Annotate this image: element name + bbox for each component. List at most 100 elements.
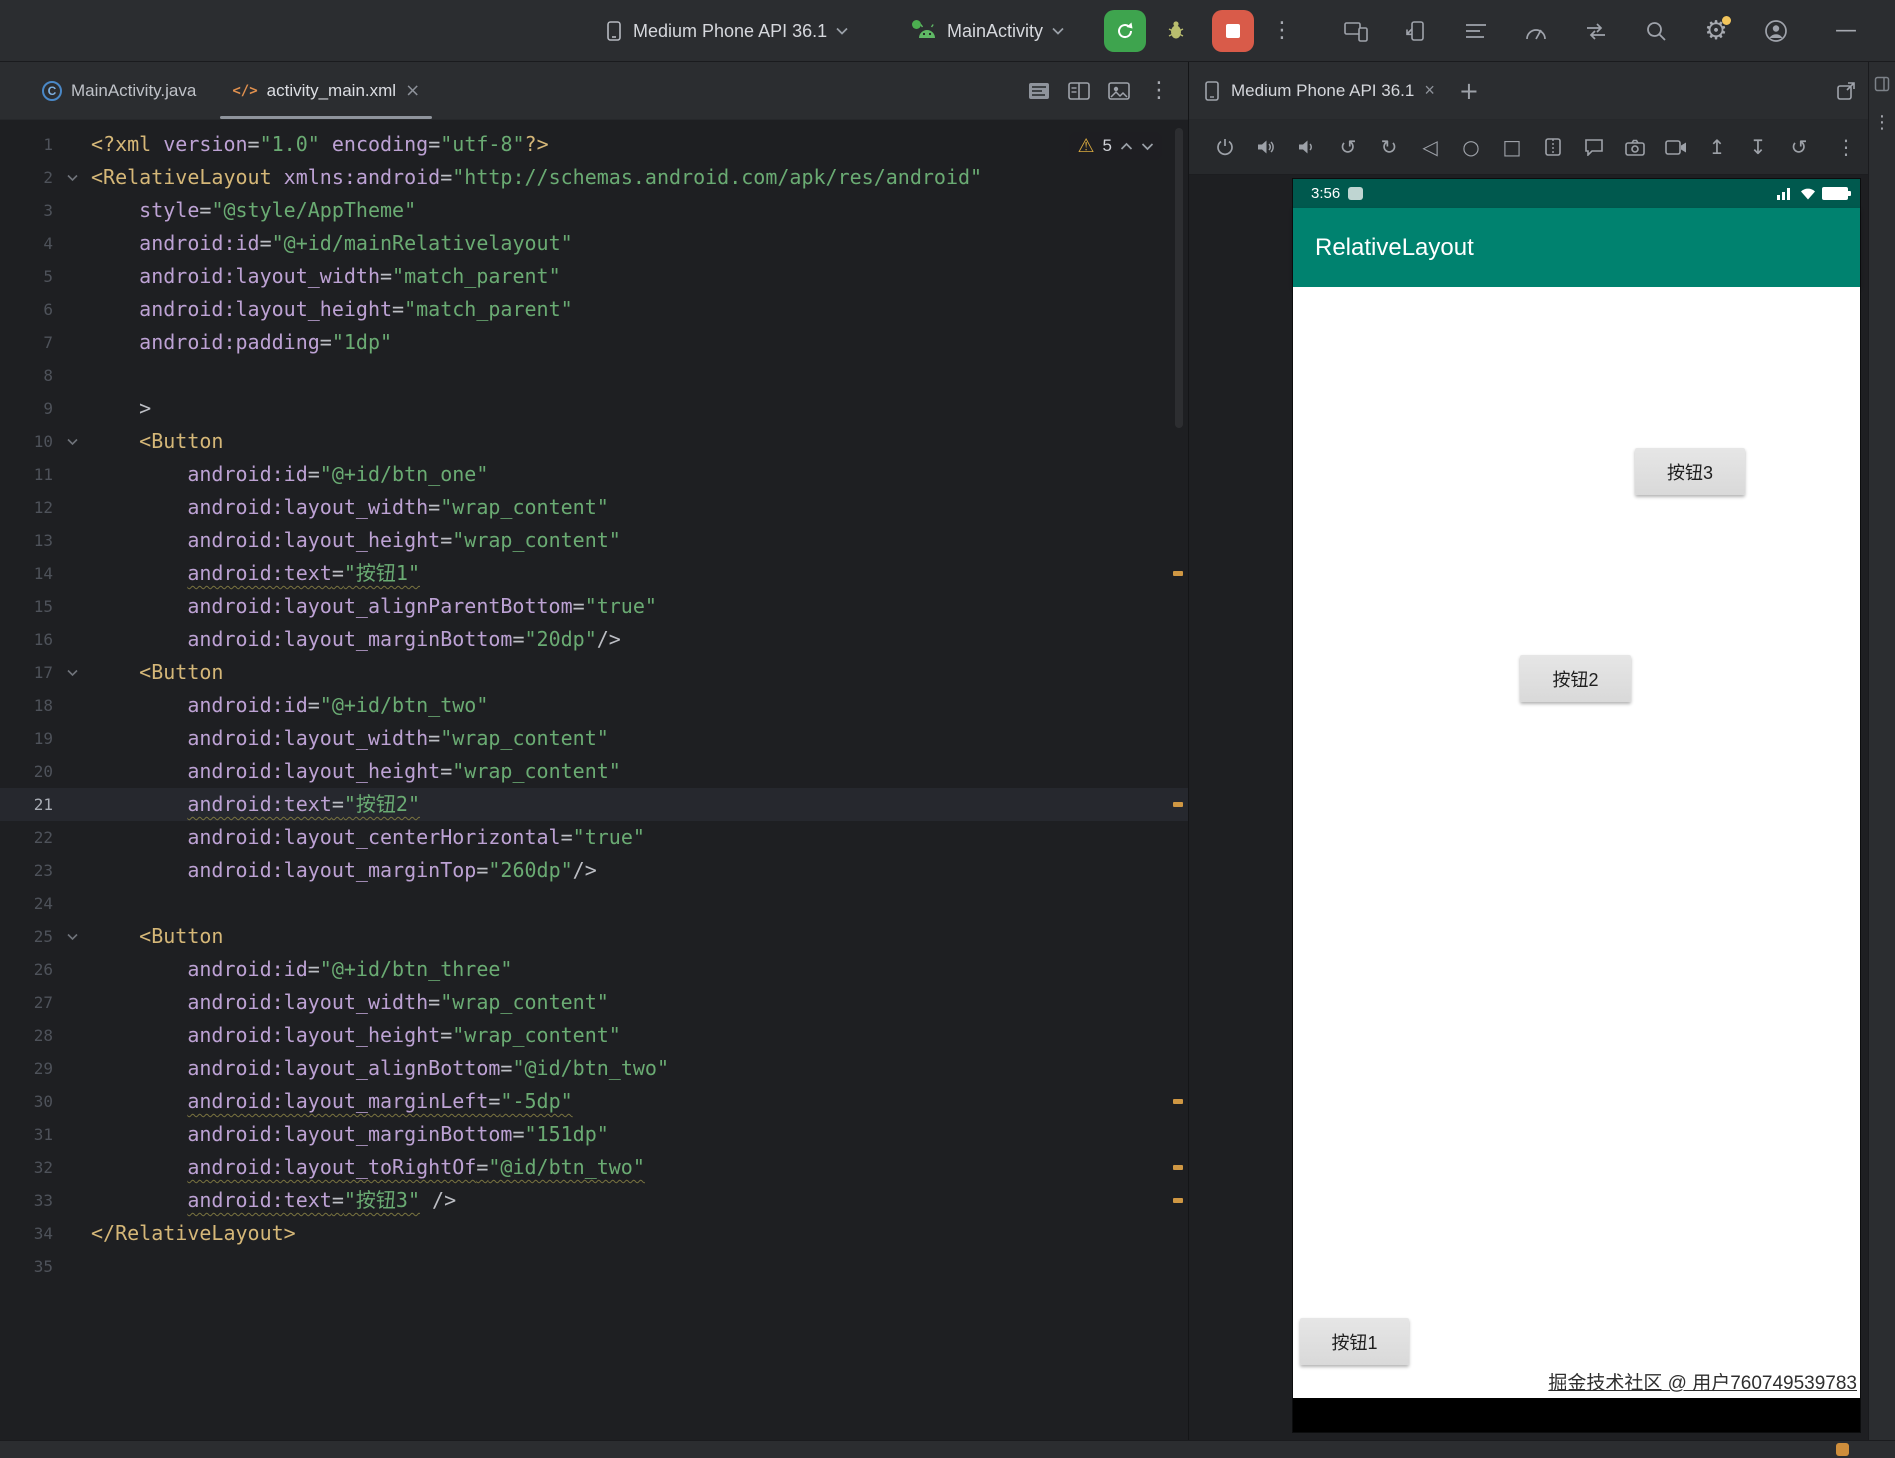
code-line[interactable]: 33 android:text="按钮3" /> xyxy=(0,1184,1188,1217)
overview-button[interactable]: □ xyxy=(1500,135,1524,159)
kebab-icon[interactable]: ⋮ xyxy=(1834,135,1858,159)
device-tab[interactable]: Medium Phone API 36.1 × xyxy=(1189,62,1449,119)
back-button[interactable]: ◁ xyxy=(1418,135,1442,159)
run-configuration-selector[interactable]: MainActivity xyxy=(908,11,1072,51)
search-everywhere-button[interactable] xyxy=(1636,11,1676,51)
tool-stripe-button[interactable] xyxy=(1874,76,1890,92)
code-line[interactable]: 14 android:text="按钮1" xyxy=(0,557,1188,590)
code-line[interactable]: 4 android:id="@+id/mainRelativelayout" xyxy=(0,227,1188,260)
code-line[interactable]: 18 android:id="@+id/btn_two" xyxy=(0,689,1188,722)
fold-chevron-icon[interactable] xyxy=(53,656,91,689)
code-line[interactable]: 28 android:layout_height="wrap_content" xyxy=(0,1019,1188,1052)
fold-chevron-icon[interactable] xyxy=(53,425,91,458)
code-line[interactable]: 35 xyxy=(0,1250,1188,1283)
code-line[interactable]: 10 <Button xyxy=(0,425,1188,458)
code-line[interactable]: 31 android:layout_marginBottom="151dp" xyxy=(0,1118,1188,1151)
minimize-button[interactable]: — xyxy=(1826,11,1866,51)
code-line[interactable]: 6 android:layout_height="match_parent" xyxy=(0,293,1188,326)
code-line[interactable]: 16 android:layout_marginBottom="20dp"/> xyxy=(0,623,1188,656)
snapshot-restore-button[interactable]: ↺ xyxy=(1787,135,1811,159)
code-line[interactable]: 32 android:layout_toRightOf="@id/btn_two… xyxy=(0,1151,1188,1184)
code-line[interactable]: 11 android:id="@+id/btn_one" xyxy=(0,458,1188,491)
code-line[interactable]: 24 xyxy=(0,887,1188,920)
code-line[interactable]: 3 style="@style/AppTheme" xyxy=(0,194,1188,227)
warning-stripe-mark[interactable] xyxy=(1173,802,1183,807)
event-log-icon[interactable] xyxy=(1836,1443,1849,1456)
code-line[interactable]: 21 android:text="按钮2" xyxy=(0,788,1188,821)
inspection-widget[interactable]: ⚠ 5 xyxy=(1069,132,1162,160)
rotate-right-button[interactable]: ↻ xyxy=(1377,135,1401,159)
code-line[interactable]: 9 > xyxy=(0,392,1188,425)
next-warning-button[interactable] xyxy=(1141,142,1154,151)
code-line[interactable]: 15 android:layout_alignParentBottom="tru… xyxy=(0,590,1188,623)
code-line[interactable]: 29 android:layout_alignBottom="@id/btn_t… xyxy=(0,1052,1188,1085)
fold-chevron-icon[interactable] xyxy=(53,920,91,953)
code-line[interactable]: 20 android:layout_height="wrap_content" xyxy=(0,755,1188,788)
warning-stripe-mark[interactable] xyxy=(1173,571,1183,576)
code-editor[interactable]: 1 <?xml version="1.0" encoding="utf-8"?> 2… xyxy=(0,120,1188,1440)
volume-down-button[interactable] xyxy=(1295,135,1319,159)
upload-button[interactable]: ↥ xyxy=(1705,135,1729,159)
screen-record-button[interactable] xyxy=(1664,135,1688,159)
code-line[interactable]: 25 <Button xyxy=(0,920,1188,953)
tab-activity-main-xml[interactable]: </> activity_main.xml × xyxy=(214,62,438,119)
emulator-button[interactable]: 按钮1 xyxy=(1300,1318,1409,1365)
code-line[interactable]: 27 android:layout_width="wrap_content" xyxy=(0,986,1188,1019)
close-icon[interactable]: × xyxy=(1424,80,1435,101)
code-line[interactable]: 8 xyxy=(0,359,1188,392)
prev-warning-button[interactable] xyxy=(1120,142,1133,151)
message-button[interactable] xyxy=(1582,135,1606,159)
screenshot-button[interactable] xyxy=(1623,135,1647,159)
warning-stripe-mark[interactable] xyxy=(1173,1099,1183,1104)
code-line[interactable]: 2 <RelativeLayout xmlns:android="http://s… xyxy=(0,161,1188,194)
logcat-button[interactable] xyxy=(1456,11,1496,51)
fold-chevron-icon[interactable] xyxy=(53,161,91,194)
sync-button[interactable] xyxy=(1576,11,1616,51)
rotate-left-button[interactable]: ↺ xyxy=(1336,135,1360,159)
profiler-button[interactable] xyxy=(1516,11,1556,51)
download-button[interactable]: ↧ xyxy=(1746,135,1770,159)
app-content-area[interactable]: 掘金技术社区 @ 用户760749539783 按钮3 按钮2 按钮1 xyxy=(1293,287,1860,1398)
close-icon[interactable]: × xyxy=(405,80,420,101)
warning-stripe-mark[interactable] xyxy=(1173,1198,1183,1203)
kebab-icon[interactable]: ⋮ xyxy=(1148,79,1170,102)
power-button[interactable] xyxy=(1213,135,1237,159)
rerun-button[interactable] xyxy=(1104,10,1146,52)
debug-button[interactable] xyxy=(1156,10,1196,50)
code-line[interactable]: 1 <?xml version="1.0" encoding="utf-8"?> xyxy=(0,128,1188,161)
split-view-button[interactable] xyxy=(1068,81,1090,100)
warning-stripe-mark[interactable] xyxy=(1173,1165,1183,1170)
scrollbar-thumb[interactable] xyxy=(1175,128,1183,428)
device-selector[interactable]: Medium Phone API 36.1 xyxy=(596,11,856,51)
emulator-button[interactable]: 按钮2 xyxy=(1520,655,1631,702)
pair-devices-button[interactable] xyxy=(1396,11,1436,51)
settings-button[interactable]: ⚙ xyxy=(1696,11,1736,51)
code-line[interactable]: 7 android:padding="1dp" xyxy=(0,326,1188,359)
code-line[interactable]: 30 android:layout_marginLeft="-5dp" xyxy=(0,1085,1188,1118)
code-view-button[interactable] xyxy=(1028,82,1050,100)
code-line[interactable]: 22 android:layout_centerHorizontal="true… xyxy=(0,821,1188,854)
design-view-button[interactable] xyxy=(1108,81,1130,100)
code-line[interactable]: 19 android:layout_width="wrap_content" xyxy=(0,722,1188,755)
code-line[interactable]: 23 android:layout_marginTop="260dp"/> xyxy=(0,854,1188,887)
device-mirroring-button[interactable] xyxy=(1336,11,1376,51)
account-button[interactable] xyxy=(1756,11,1796,51)
code-line[interactable]: 13 android:layout_height="wrap_content" xyxy=(0,524,1188,557)
code-line[interactable]: 34 </RelativeLayout> xyxy=(0,1217,1188,1250)
add-device-button[interactable]: + xyxy=(1449,77,1489,105)
volume-up-button[interactable] xyxy=(1254,135,1278,159)
tab-mainactivity-java[interactable]: C MainActivity.java xyxy=(24,62,214,119)
emulator-button[interactable]: 按钮3 xyxy=(1635,448,1745,495)
more-actions-button[interactable]: ⋮ xyxy=(1262,11,1302,51)
home-button[interactable]: ○ xyxy=(1459,135,1483,159)
code-line[interactable]: 17 <Button xyxy=(0,656,1188,689)
android-nav-bar[interactable] xyxy=(1293,1398,1860,1432)
code-line[interactable]: 12 android:layout_width="wrap_content" xyxy=(0,491,1188,524)
kebab-icon[interactable]: ⋮ xyxy=(1873,114,1891,132)
code-line[interactable]: 5 android:layout_width="match_parent" xyxy=(0,260,1188,293)
code-line[interactable]: 26 android:id="@+id/btn_three" xyxy=(0,953,1188,986)
open-in-window-button[interactable] xyxy=(1836,81,1856,101)
fold-device-button[interactable] xyxy=(1541,135,1565,159)
stop-button[interactable] xyxy=(1212,10,1254,52)
error-stripe[interactable] xyxy=(1172,120,1184,1440)
